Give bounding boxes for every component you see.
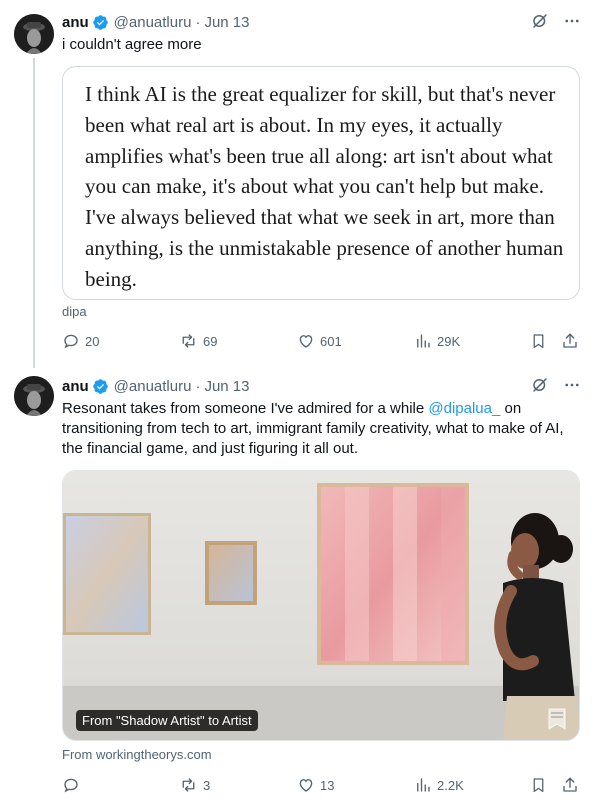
- bookmark-icon: [533, 334, 544, 349]
- tweet-header: anu @anuatluru · Jun 13: [62, 376, 250, 396]
- tweet-header: anu @anuatluru · Jun 13: [62, 12, 250, 32]
- grok-icon[interactable]: [531, 12, 549, 30]
- quote-text: I think AI is the great equalizer for sk…: [85, 82, 564, 291]
- avatar-image: [14, 376, 54, 416]
- avatar[interactable]: [14, 376, 54, 416]
- more-icon[interactable]: [563, 376, 581, 394]
- like-button[interactable]: 601: [297, 332, 342, 350]
- author-handle[interactable]: @anuatluru: [114, 378, 192, 395]
- tweet-top-icons: [531, 12, 581, 30]
- avatar[interactable]: [14, 14, 54, 54]
- avatar-image: [14, 14, 54, 54]
- bookmark-button[interactable]: [530, 332, 547, 350]
- tweet-date[interactable]: Jun 13: [204, 378, 249, 395]
- repost-icon: [182, 778, 195, 792]
- share-icon: [563, 777, 577, 792]
- repost-button[interactable]: 69: [179, 332, 217, 350]
- quote-card[interactable]: I think AI is the great equalizer for sk…: [62, 66, 580, 300]
- share-button[interactable]: [561, 776, 579, 794]
- action-bar: 20 69 601 29K: [62, 332, 582, 352]
- verified-badge-icon: [92, 378, 108, 394]
- repost-count: 69: [203, 333, 218, 349]
- tweet-text: Resonant takes from someone I've admired…: [62, 399, 577, 459]
- repost-count: 3: [203, 777, 211, 793]
- views-button[interactable]: 2.2K: [414, 776, 464, 794]
- reply-button[interactable]: [62, 776, 85, 794]
- grok-icon[interactable]: [531, 376, 549, 394]
- bookmark-overlay-icon: [548, 708, 566, 730]
- like-icon: [299, 779, 313, 792]
- verified-badge-icon: [92, 14, 108, 30]
- link-card-image: [63, 471, 579, 740]
- repost-button[interactable]: 3: [179, 776, 210, 794]
- more-icon[interactable]: [563, 12, 581, 30]
- tweet-top-icons: [531, 376, 581, 394]
- reply-icon: [64, 334, 78, 349]
- tweet[interactable]: anu @anuatluru · Jun 13 i couldn't agree…: [0, 0, 595, 370]
- bookmark-button[interactable]: [530, 776, 547, 794]
- share-icon: [563, 333, 577, 348]
- tweet-text-part: Resonant takes from someone I've admired…: [62, 400, 429, 417]
- tweet-date[interactable]: Jun 13: [204, 14, 249, 31]
- views-icon: [417, 778, 430, 792]
- views-icon: [417, 334, 430, 348]
- view-count: 2.2K: [437, 777, 464, 793]
- quote-source[interactable]: dipa: [62, 304, 87, 319]
- tweet[interactable]: anu @anuatluru · Jun 13 Resonant takes f…: [0, 370, 595, 804]
- tweet-text: i couldn't agree more: [62, 36, 202, 53]
- author-name[interactable]: anu: [62, 14, 89, 31]
- bookmark-icon: [533, 778, 544, 793]
- separator-dot: ·: [195, 377, 201, 395]
- mention-link[interactable]: @dipalua_: [428, 400, 500, 417]
- like-count: 601: [320, 333, 342, 349]
- reply-icon: [64, 778, 78, 793]
- like-icon: [299, 335, 313, 348]
- views-button[interactable]: 29K: [414, 332, 460, 350]
- repost-icon: [182, 334, 195, 348]
- thread-line: [33, 58, 35, 368]
- link-source[interactable]: From workingtheorys.com: [62, 747, 212, 762]
- reply-button[interactable]: 20: [62, 332, 99, 350]
- view-count: 29K: [437, 333, 461, 349]
- author-handle[interactable]: @anuatluru: [114, 14, 192, 31]
- reply-count: 20: [85, 333, 100, 349]
- share-button[interactable]: [561, 332, 579, 350]
- separator-dot: ·: [195, 13, 201, 31]
- link-card-media[interactable]: From "Shadow Artist" to Artist: [62, 470, 580, 741]
- like-button[interactable]: 13: [297, 776, 334, 794]
- action-bar: 3 13 2.2K: [62, 776, 582, 796]
- like-count: 13: [320, 777, 335, 793]
- link-card-title: From "Shadow Artist" to Artist: [76, 710, 258, 731]
- author-name[interactable]: anu: [62, 378, 89, 395]
